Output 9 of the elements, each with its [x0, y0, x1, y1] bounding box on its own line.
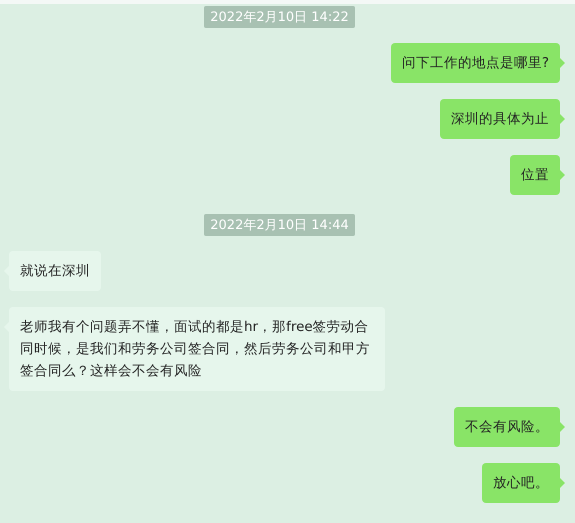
sent-message-bubble: 问下工作的地点是哪里? [390, 43, 560, 83]
sent-message-bubble: 不会有风险。 [454, 407, 560, 447]
timestamp: 2022年2月10日 14:22 [204, 6, 355, 28]
sent-message-bubble: 位置 [510, 155, 560, 195]
sent-message-bubble: 深圳的具体为止 [440, 99, 560, 139]
received-message-bubble: 老师我有个问题弄不懂，面试的都是hr，那free签劳动合同时候，是我们和劳务公司签合同，然后劳务公司和甲方签合同么？这样会不会有风险 [9, 307, 385, 391]
timestamp: 2022年2月10日 14:44 [204, 214, 355, 236]
received-message-bubble: 就说在深圳 [9, 251, 101, 291]
sent-message-bubble: 放心吧。 [482, 463, 560, 503]
